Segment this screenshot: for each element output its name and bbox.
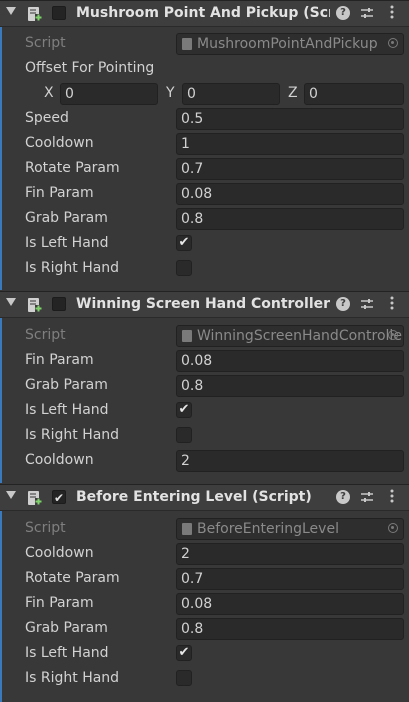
toggle-label: Is Right Hand: [25, 427, 120, 443]
cooldown-field[interactable]: 1: [176, 133, 404, 155]
help-icon[interactable]: ?: [336, 297, 350, 311]
context-menu-icon[interactable]: [390, 4, 394, 20]
script-file-icon: [182, 523, 192, 535]
component-header-before-entering[interactable]: ✔ Before Entering Level (Script) ?: [0, 484, 409, 511]
field-label: Speed: [25, 110, 69, 126]
component-enabled-checkbox[interactable]: ✔: [52, 490, 66, 505]
presets-icon[interactable]: [360, 297, 374, 311]
context-menu-icon[interactable]: [390, 488, 394, 504]
toggle-label: Is Right Hand: [25, 670, 120, 686]
offset-x-label: X: [44, 85, 54, 101]
toggle-label: Is Left Hand: [25, 235, 109, 251]
fin-param-field[interactable]: 0.08: [176, 593, 404, 615]
presets-icon[interactable]: [360, 490, 374, 504]
script-file-icon: [182, 330, 192, 342]
script-label: Script: [25, 520, 66, 536]
component-title[interactable]: Mushroom Point And Pickup (Script): [76, 5, 330, 21]
fin-param-field[interactable]: 0.08: [176, 183, 404, 205]
offset-y-label: Y: [166, 85, 175, 101]
script-field[interactable]: BeforeEnteringLevel: [176, 518, 404, 540]
foldout-arrow-icon[interactable]: [6, 7, 16, 15]
field-label: Grab Param: [25, 377, 108, 393]
script-file-icon: [182, 38, 192, 50]
is-right-hand-checkbox[interactable]: [176, 260, 192, 276]
presets-icon[interactable]: [360, 6, 374, 20]
offset-y-field[interactable]: 0: [182, 83, 280, 105]
cooldown-field[interactable]: 2: [176, 543, 404, 565]
script-icon: [28, 7, 42, 21]
is-right-hand-checkbox[interactable]: [176, 670, 192, 686]
field-label: Grab Param: [25, 620, 108, 636]
rotate-param-field[interactable]: 0.7: [176, 568, 404, 590]
foldout-arrow-icon[interactable]: [6, 491, 16, 499]
field-label: Rotate Param: [25, 570, 120, 586]
field-label: Cooldown: [25, 135, 94, 151]
field-label: Cooldown: [25, 545, 94, 561]
context-menu-icon[interactable]: [390, 295, 394, 311]
grab-param-field[interactable]: 0.8: [176, 208, 404, 230]
field-label: Fin Param: [25, 185, 94, 201]
field-label: Rotate Param: [25, 160, 120, 176]
is-left-hand-checkbox[interactable]: ✔: [176, 235, 192, 251]
offset-z-label: Z: [288, 85, 298, 101]
rotate-param-field[interactable]: 0.7: [176, 158, 404, 180]
selection-bar: [0, 27, 2, 290]
script-icon: [28, 491, 42, 505]
offset-z-field[interactable]: 0: [304, 83, 404, 105]
object-picker-icon[interactable]: [388, 38, 398, 48]
component-enabled-checkbox[interactable]: [52, 6, 66, 20]
object-picker-icon[interactable]: [388, 523, 398, 533]
is-left-hand-checkbox[interactable]: ✔: [176, 645, 192, 661]
grab-param-field[interactable]: 0.8: [176, 375, 404, 397]
script-label: Script: [25, 35, 66, 51]
is-right-hand-checkbox[interactable]: [176, 427, 192, 443]
field-label: Cooldown: [25, 452, 94, 468]
field-label: Fin Param: [25, 352, 94, 368]
component-header-mushroom[interactable]: Mushroom Point And Pickup (Script) ?: [0, 0, 409, 27]
selection-bar: [0, 318, 2, 483]
selection-bar: [0, 511, 2, 702]
foldout-arrow-icon[interactable]: [6, 298, 16, 306]
component-header-winning-screen[interactable]: Winning Screen Hand Controller Script ?: [0, 291, 409, 318]
toggle-label: Is Left Hand: [25, 645, 109, 661]
grab-param-field[interactable]: 0.8: [176, 618, 404, 640]
field-label: Grab Param: [25, 210, 108, 226]
help-icon[interactable]: ?: [336, 6, 350, 20]
offset-x-field[interactable]: 0: [60, 83, 158, 105]
help-icon[interactable]: ?: [336, 490, 350, 504]
script-field-value: WinningScreenHandController: [197, 328, 404, 344]
toggle-label: Is Right Hand: [25, 260, 120, 276]
object-picker-icon[interactable]: [388, 330, 398, 340]
component-title[interactable]: Before Entering Level (Script): [76, 489, 330, 505]
offset-label: Offset For Pointing: [25, 60, 155, 76]
speed-field[interactable]: 0.5: [176, 108, 404, 130]
component-title[interactable]: Winning Screen Hand Controller Script: [76, 296, 330, 312]
script-field-value: BeforeEnteringLevel: [197, 521, 339, 537]
script-field[interactable]: MushroomPointAndPickup: [176, 33, 404, 55]
script-label: Script: [25, 327, 66, 343]
cooldown-field[interactable]: 2: [176, 450, 404, 472]
script-field[interactable]: WinningScreenHandController: [176, 325, 404, 347]
is-left-hand-checkbox[interactable]: ✔: [176, 402, 192, 418]
toggle-label: Is Left Hand: [25, 402, 109, 418]
script-icon: [28, 298, 42, 312]
field-label: Fin Param: [25, 595, 94, 611]
component-enabled-checkbox[interactable]: [52, 297, 66, 311]
fin-param-field[interactable]: 0.08: [176, 350, 404, 372]
script-field-value: MushroomPointAndPickup: [197, 36, 378, 52]
